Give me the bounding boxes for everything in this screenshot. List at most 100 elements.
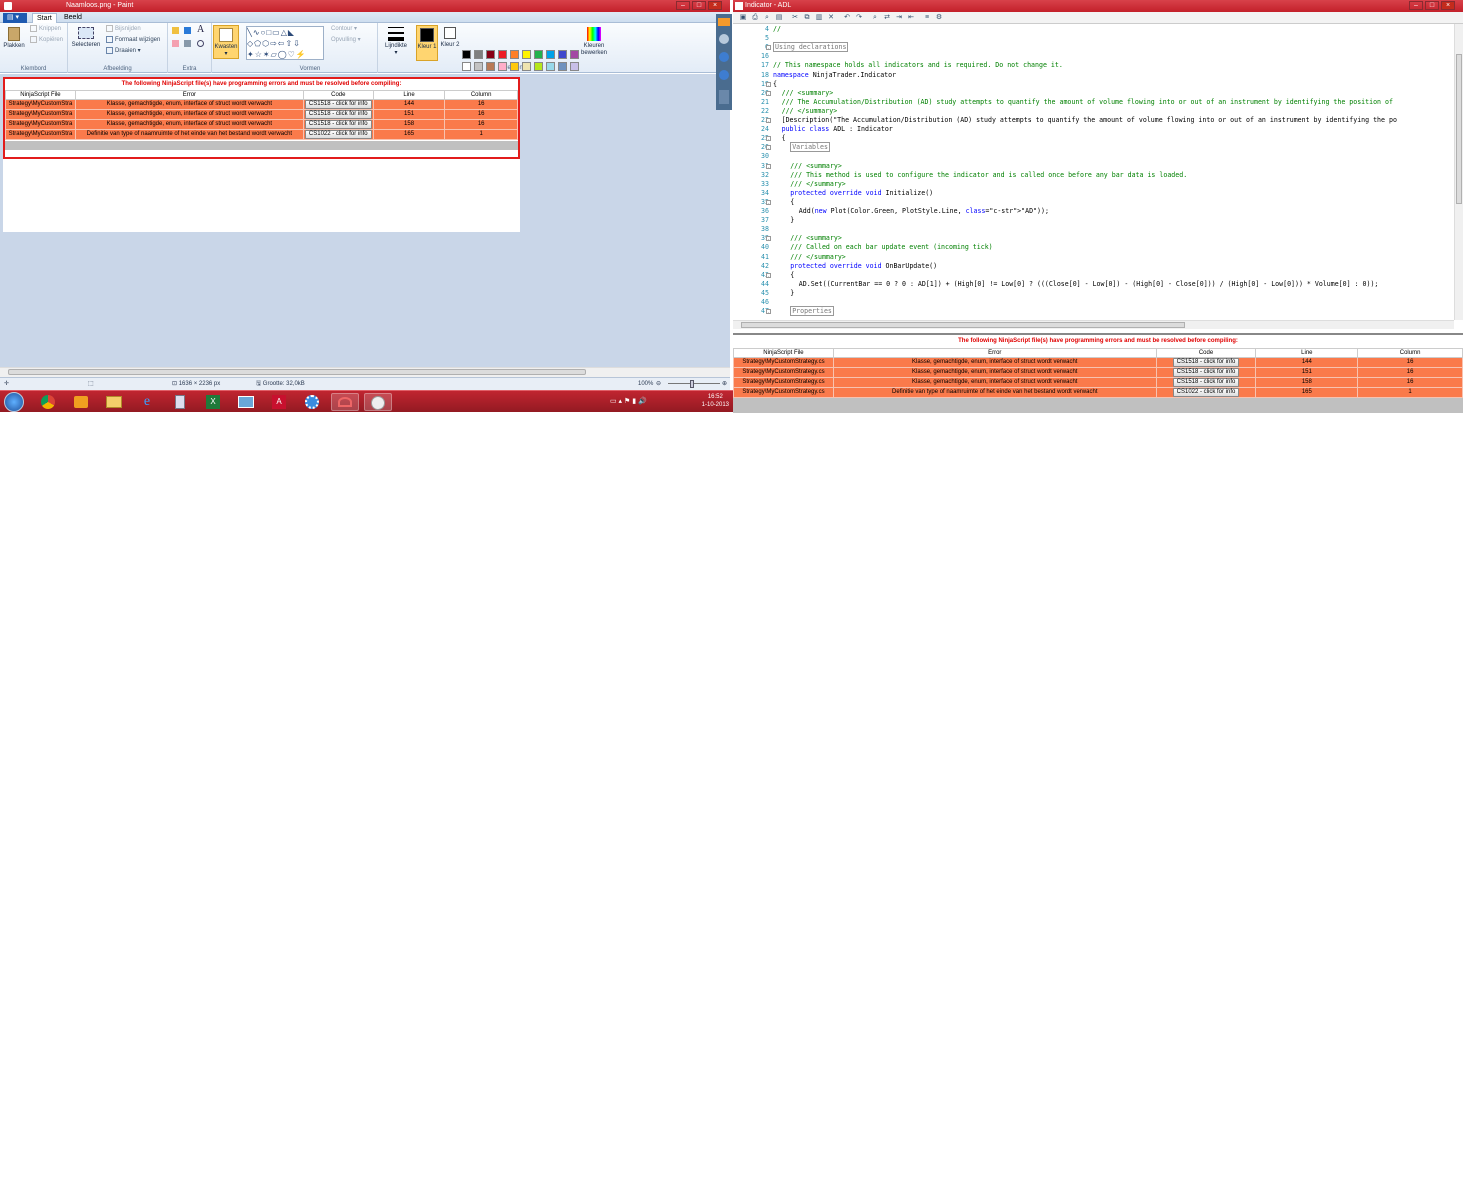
taskbar-media-player-icon[interactable] (67, 393, 95, 411)
rotate-button[interactable]: Draaien ▾ (106, 47, 141, 55)
fill-button[interactable]: Opvulling ▾ (331, 36, 361, 44)
indent-icon[interactable]: ⇥ (895, 14, 903, 22)
fold-toggle-icon[interactable]: - (766, 45, 771, 51)
paint-canvas[interactable]: The following NinjaScript file(s) have p… (3, 77, 520, 232)
error-row[interactable]: Strategy\MyCustomStra Definitie van type … (5, 129, 518, 140)
brushes-button[interactable]: Kwasten ▾ (213, 25, 239, 59)
error-code-button[interactable]: CS1518 - click for info (1172, 368, 1240, 377)
error-code-button[interactable]: CS1518 - click for info (1172, 358, 1240, 367)
palette-swatch[interactable] (486, 50, 495, 59)
code-line[interactable]: AD.Set((CurrentBar == 0 ? 0 : AD[1]) + (… (799, 280, 1379, 288)
cut-button[interactable]: Knippen (30, 25, 61, 33)
palette-swatch[interactable] (498, 62, 507, 71)
error-code-button[interactable]: CS1518 - click for info (1172, 378, 1240, 387)
palette-swatch[interactable] (498, 50, 507, 59)
sidebar-gadget-icon[interactable] (719, 70, 729, 80)
taskbar-app-icon[interactable] (298, 393, 326, 411)
code-line[interactable]: Add(new Plot(Color.Green, PlotStyle.Line… (799, 207, 1049, 215)
palette-swatch[interactable] (522, 62, 531, 71)
text-icon[interactable]: A (197, 24, 204, 35)
close-button[interactable]: × (708, 1, 722, 10)
maximize-button[interactable]: □ (1425, 1, 1439, 10)
code-line[interactable]: Properties (790, 306, 834, 317)
zoom-in-button[interactable]: ⊕ (722, 378, 727, 390)
code-line[interactable]: protected override void Initialize() (790, 189, 933, 197)
scroll-thumb[interactable] (741, 322, 1185, 328)
palette-swatch[interactable] (558, 62, 567, 71)
error-code-button[interactable]: CS1022 - click for info (304, 130, 372, 139)
palette-swatch[interactable] (510, 62, 519, 71)
color-picker-icon[interactable] (184, 40, 191, 47)
tab-start[interactable]: Start (32, 13, 57, 23)
redo-icon[interactable]: ↷ (855, 14, 863, 22)
undo-icon[interactable]: ↶ (843, 14, 851, 22)
code-line[interactable]: /// The Accumulation/Distribution (AD) s… (782, 98, 1393, 106)
fold-toggle-icon[interactable]: - (766, 272, 771, 278)
line-width-button[interactable]: Lijndikte ▾ (381, 27, 411, 57)
code-line[interactable]: /// </summary> (790, 180, 846, 188)
save-icon[interactable]: ▣ (739, 14, 747, 22)
crop-button[interactable]: Bijsnijden (106, 25, 141, 33)
canvas-horizontal-scrollbar[interactable] (0, 367, 730, 377)
code-line[interactable]: /// </summary> (782, 107, 838, 115)
code-line[interactable]: /// <summary> (790, 162, 842, 170)
code-line[interactable]: /// <summary> (790, 234, 842, 242)
error-code-button[interactable]: CS1518 - click for info (304, 120, 372, 129)
code-line[interactable]: { (782, 134, 786, 142)
tab-beeld[interactable]: Beeld (60, 13, 86, 23)
scroll-thumb[interactable] (8, 369, 586, 375)
edit-colors-button[interactable]: Kleuren bewerken (578, 27, 610, 57)
error-row[interactable]: Strategy\MyCustomStrategy.cs Definitie va… (733, 387, 1463, 398)
pencil-icon[interactable] (172, 27, 179, 34)
fold-toggle-icon[interactable]: - (766, 118, 771, 123)
fold-toggle-icon[interactable]: - (766, 163, 771, 169)
scroll-thumb[interactable] (1456, 54, 1462, 204)
error-code-button[interactable]: CS1022 - click for info (1172, 388, 1240, 397)
error-row[interactable]: Strategy\MyCustomStrategy.cs Klasse, gema… (733, 367, 1463, 378)
fold-toggle-icon[interactable]: - (766, 90, 771, 96)
code-line[interactable]: public class ADL : Indicator (782, 125, 893, 133)
code-editor[interactable]: 456-16171819-20-212223-2425-26-3031-3233… (733, 24, 1463, 320)
code-line[interactable]: /// <summary> (782, 89, 834, 97)
error-code-button[interactable]: CS1518 - click for info (304, 110, 372, 119)
code-line[interactable]: Variables (790, 142, 830, 153)
fill-icon[interactable] (184, 27, 191, 34)
print-preview-icon[interactable]: ⌕ (763, 14, 771, 22)
editor-vertical-scrollbar[interactable] (1454, 24, 1463, 320)
close-button[interactable]: × (1441, 1, 1455, 10)
palette-swatch[interactable] (546, 62, 555, 71)
zoom-slider[interactable] (668, 383, 720, 384)
zoom-out-button[interactable]: ⊖ (656, 378, 661, 390)
error-row[interactable]: Strategy\MyCustomStra Klasse, gemachtigde… (5, 99, 518, 110)
code-line[interactable]: // This namespace holds all indicators a… (773, 61, 1063, 69)
magnifier-icon[interactable] (197, 40, 204, 47)
taskbar-photo-viewer-icon[interactable] (232, 393, 260, 411)
contour-button[interactable]: Contour ▾ (331, 25, 357, 33)
palette-swatch[interactable] (474, 50, 483, 59)
taskbar-calculator-icon[interactable] (166, 393, 194, 411)
taskbar-ninjatrader-icon[interactable] (331, 393, 359, 411)
taskbar-paint-icon[interactable] (364, 393, 392, 411)
paste-button[interactable]: Plakken (3, 27, 25, 50)
palette-swatch[interactable] (558, 50, 567, 59)
select-button[interactable]: Selecteren (71, 27, 101, 49)
fold-toggle-icon[interactable]: - (766, 145, 771, 151)
color2-button[interactable]: Kleur 2 (440, 27, 460, 49)
paint-menu-button[interactable]: ▤ ▾ (3, 13, 27, 23)
tray-clock[interactable]: 16:52 1-10-2013 (702, 393, 729, 409)
fold-toggle-icon[interactable]: - (766, 81, 771, 87)
shapes-gallery[interactable]: ╲∿○□▭△◣ ◇⬠⬡⇨⇦⇧⇩ ✦☆✶▱◯♡⚡ (246, 26, 324, 60)
comment-icon[interactable]: ≡ (923, 14, 931, 22)
copy-button[interactable]: Kopiëren (30, 36, 63, 44)
editor-horizontal-scrollbar[interactable] (733, 320, 1454, 329)
code-line[interactable]: // (773, 25, 781, 33)
taskbar-chrome-icon[interactable] (34, 393, 62, 411)
palette-swatch[interactable] (462, 62, 471, 71)
taskbar-excel-icon[interactable]: X (199, 393, 227, 411)
minimize-button[interactable]: – (676, 1, 690, 10)
code-line[interactable]: [Description("The Accumulation/Distribut… (782, 116, 1397, 124)
copy-icon[interactable]: ⧉ (803, 14, 811, 22)
print-icon[interactable]: ⎙ (751, 14, 759, 22)
find-replace-icon[interactable]: ⇄ (883, 14, 891, 22)
palette-swatch[interactable] (522, 50, 531, 59)
